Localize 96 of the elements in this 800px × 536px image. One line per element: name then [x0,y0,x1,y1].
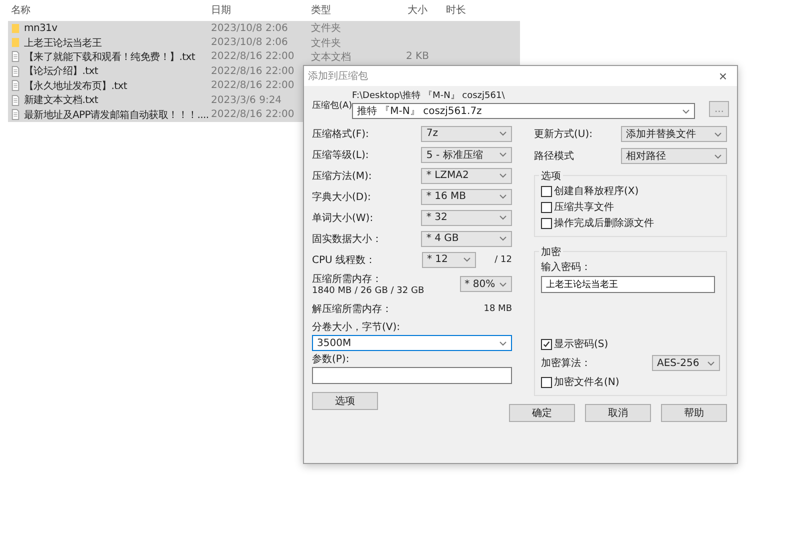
password-field[interactable]: 上老王论坛当老王 [541,276,715,293]
checkbox[interactable] [541,186,552,196]
checkbox-label: 显示密码(S) [554,338,608,351]
checkbox[interactable] [541,338,552,350]
dropdown[interactable]: * 12 [422,252,476,268]
file-date: 2022/8/16 22:00 [211,109,294,120]
file-row[interactable]: 上老王论坛当老王 2023/10/8 2:06 文件夹 [8,35,520,50]
dropdown[interactable]: * 80% [460,276,512,292]
field-label: CPU 线程数： [312,254,377,266]
chevron-down-icon [499,215,507,220]
chevron-down-icon [714,154,722,158]
field-label: 分卷大小，字节(V): [312,320,402,334]
checkbox-label: 压缩共享文件 [554,200,614,214]
checkbox[interactable] [541,376,552,388]
column-header[interactable]: 时长 [446,2,506,16]
group-title: 选项 [539,169,563,183]
file-date: 2022/8/16 22:00 [211,80,294,92]
memory-usage: 1840 MB / 26 GB / 32 GB [312,286,426,296]
chevron-down-icon [499,194,507,199]
field-label: 压缩所需内存： [312,272,383,286]
chevron-down-icon [714,132,722,136]
chevron-down-icon [499,282,507,286]
archive-name-combo[interactable]: 推特 『M-N』 coszj561.7z [352,103,696,119]
field-label: 压缩方法(M): [312,170,373,182]
file-name: mn31v [24,22,58,34]
field-label: 路径模式 [534,150,574,163]
file-date: 2023/10/8 2:06 [211,37,288,48]
checkbox-label: 创建自释放程序(X) [554,184,639,198]
field-label: 压缩等级(L): [312,148,370,162]
checkbox[interactable] [541,218,552,228]
dropdown[interactable]: 5 - 标准压缩 [421,146,512,162]
file-name: 最新地址及APP请发邮箱自动获取！！！.... [24,108,209,122]
field-label: 压缩格式(F): [312,128,370,140]
field-label: 固实数据大小： [312,232,383,246]
volume-size-combo[interactable]: 3500M [312,335,512,351]
field-label: 单词大小(W): [312,212,374,224]
chevron-down-icon [707,360,715,366]
checkbox-label: 加密文件名(N) [554,376,620,389]
dialog-button[interactable]: 取消 [585,404,651,422]
file-type: 文件夹 [311,23,341,34]
column-header[interactable]: 大小 [389,2,446,16]
chevron-down-icon [463,257,471,262]
field-label: 字典大小(D): [312,190,372,204]
file-type: 文件夹 [311,38,341,49]
dropdown[interactable]: * 16 MB [421,188,512,204]
file-name: 上老王论坛当老王 [24,36,102,50]
field-label: 输入密码： [541,260,592,274]
file-date: 2023/3/6 9:24 [211,94,282,106]
dropdown[interactable]: * 32 [421,210,512,226]
file-type: 文本文档 [311,52,351,63]
chevron-down-icon [682,108,690,114]
chevron-down-icon [499,131,507,136]
dropdown[interactable]: * LZMA2 [421,168,512,184]
file-size: 2 KB [406,51,429,62]
field-label: 更新方式(U): [534,128,592,141]
chevron-down-icon [499,173,507,178]
document-icon [11,51,20,62]
column-header[interactable]: 类型 [311,2,389,16]
column-header[interactable]: 名称 [8,2,211,16]
chevron-down-icon [499,152,507,157]
file-name: 【论坛介绍】.txt [24,64,98,78]
parameters-field[interactable] [312,367,512,384]
checkbox[interactable] [541,202,552,212]
chevron-down-icon [499,236,507,241]
dropdown[interactable]: 相对路径 [621,148,727,164]
dropdown[interactable]: AES-256 [652,355,720,371]
memory-value: 18 MB [484,304,512,314]
file-date: 2023/10/8 2:06 [211,22,288,34]
column-header[interactable]: 日期 [211,2,311,16]
dropdown[interactable]: 添加并替换文件 [621,126,727,142]
dialog-button[interactable]: 帮助 [661,404,727,422]
dropdown[interactable]: * 4 GB [421,230,512,246]
thread-total: / 12 [494,254,512,264]
document-icon [11,66,20,77]
file-date: 2022/8/16 22:00 [211,51,294,62]
group-title: 加密 [539,245,563,259]
folder-icon [11,37,20,48]
file-date: 2022/8/16 22:00 [211,66,294,77]
document-icon [11,80,20,92]
close-button[interactable]: × [712,68,733,84]
field-label: 解压缩所需内存： [312,302,393,316]
options-button[interactable]: 选项 [312,392,378,410]
file-name: 【永久地址发布页】.txt [24,80,128,93]
document-icon [11,94,20,106]
file-name: 【来了就能下载和观看！纯免费！】.txt [24,50,195,64]
field-label: 参数(P): [312,352,350,366]
checkbox-label: 操作完成后删除源文件 [554,216,654,230]
chevron-down-icon [499,340,507,346]
dropdown[interactable]: 7z [421,126,512,142]
field-label: 加密算法： [541,356,591,370]
dialog-button[interactable]: 确定 [509,404,575,422]
document-icon [11,109,20,120]
file-name: 新建文本文档.txt [24,94,98,108]
file-row[interactable]: 【来了就能下载和观看！纯免费！】.txt 2022/8/16 22:00 文本文档 2 KB [8,50,520,64]
folder-icon [11,22,20,34]
file-row[interactable]: mn31v 2023/10/8 2:06 文件夹 [8,21,520,36]
